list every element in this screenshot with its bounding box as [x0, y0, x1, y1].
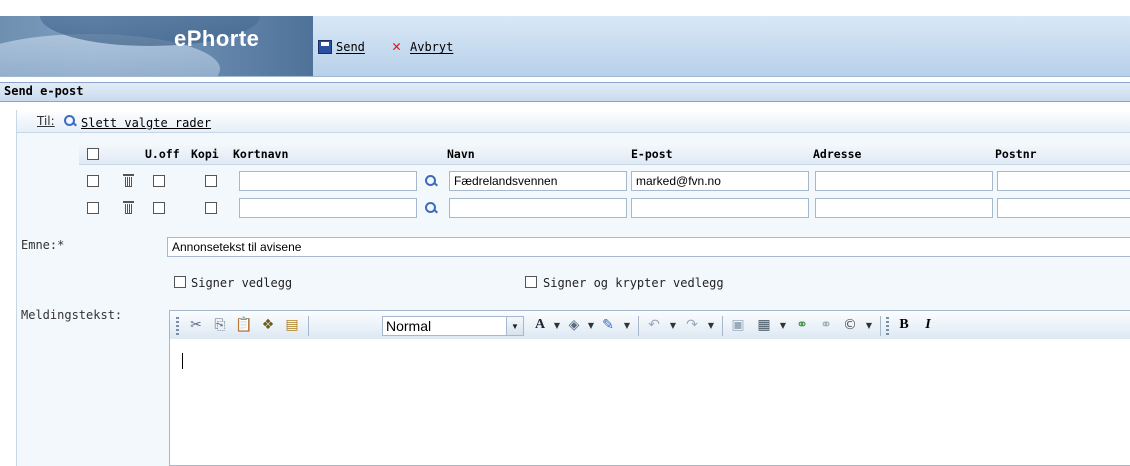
cancel-button-label: Avbryt — [410, 40, 454, 54]
column-header-postnr: Postnr — [995, 147, 1037, 161]
toolbar-separator — [638, 316, 639, 336]
navn-input[interactable] — [449, 198, 627, 218]
cancel-icon — [392, 37, 406, 55]
paste-text-icon[interactable]: ▤ — [284, 317, 300, 333]
column-header-uoff: U.off — [145, 147, 180, 161]
logo-area: ePhorte — [0, 16, 313, 76]
chevron-down-icon[interactable]: ▼ — [664, 317, 680, 333]
postnr-input[interactable] — [997, 198, 1130, 218]
epost-input[interactable] — [631, 171, 809, 191]
trash-icon[interactable] — [123, 201, 134, 214]
postnr-input[interactable] — [997, 171, 1130, 191]
kortnavn-input[interactable] — [239, 198, 417, 218]
uoff-checkbox[interactable] — [153, 175, 165, 187]
font-color-icon[interactable]: A — [532, 317, 548, 333]
chevron-down-icon[interactable]: ▼ — [548, 317, 564, 333]
section-header: Send e-post — [0, 82, 1130, 102]
cancel-button[interactable]: Avbryt — [392, 37, 454, 56]
recipients-grid-header: U.off Kopi Kortnavn Navn E-post Adresse … — [79, 144, 1130, 165]
navn-input[interactable] — [449, 171, 627, 191]
kopi-checkbox[interactable] — [205, 202, 217, 214]
delete-selected-rows-link[interactable]: Slett valgte rader — [81, 116, 211, 130]
paste-word-icon[interactable]: ❖ — [260, 317, 276, 333]
chevron-down-icon[interactable]: ▼ — [618, 317, 634, 333]
chevron-down-icon[interactable]: ▼ — [774, 317, 790, 333]
editor-toolbar: ✂ ⎘ 📋 ❖ ▤ Normal ▼ A ▼ ◈ ▼ ✎ ▼ ↶ ▼ ↷ ▼ ▣… — [169, 310, 1130, 340]
message-label: Meldingstekst: — [21, 308, 123, 322]
adresse-input[interactable] — [815, 198, 993, 218]
toolbar-grip[interactable] — [886, 317, 889, 335]
email-form: Til: Slett valgte rader U.off Kopi Kortn… — [16, 110, 1130, 466]
sign-encrypt-attachments-label: Signer og krypter vedlegg — [543, 276, 724, 290]
column-header-kopi: Kopi — [191, 147, 219, 161]
chevron-down-icon[interactable]: ▼ — [582, 317, 598, 333]
row-select-checkbox[interactable] — [87, 202, 99, 214]
search-icon[interactable] — [424, 201, 438, 215]
redo-icon[interactable]: ↷ — [684, 317, 700, 333]
column-header-adresse: Adresse — [813, 147, 862, 161]
format-select-value: Normal — [386, 318, 432, 334]
window-top-strip — [0, 0, 1130, 16]
trash-icon[interactable] — [123, 174, 134, 187]
kortnavn-input[interactable] — [239, 171, 417, 191]
subject-label: Emne:* — [21, 238, 65, 252]
recipients-toolbar: Til: Slett valgte rader — [17, 110, 1130, 133]
send-button-label: Send — [336, 40, 365, 54]
sign-encrypt-attachments-checkbox[interactable] — [525, 276, 537, 288]
format-select[interactable]: Normal ▼ — [382, 316, 524, 336]
uoff-checkbox[interactable] — [153, 202, 165, 214]
toolbar-grip[interactable] — [176, 317, 179, 335]
chevron-down-icon[interactable]: ▼ — [702, 317, 718, 333]
unlink-icon[interactable]: ⚭ — [818, 317, 834, 333]
epost-input[interactable] — [631, 198, 809, 218]
text-caret — [182, 353, 183, 369]
sign-attachments-label: Signer vedlegg — [191, 276, 293, 290]
italic-button[interactable]: I — [920, 317, 936, 333]
send-button[interactable]: Send — [318, 38, 365, 56]
copy-icon[interactable]: ⎘ — [212, 317, 228, 333]
chevron-down-icon[interactable]: ▼ — [860, 317, 876, 333]
table-icon[interactable]: ▦ — [756, 317, 772, 333]
adresse-input[interactable] — [815, 171, 993, 191]
search-icon[interactable] — [424, 174, 438, 188]
symbol-icon[interactable]: © — [842, 317, 858, 333]
paste-icon[interactable]: 📋 — [235, 317, 252, 333]
cut-icon[interactable]: ✂ — [188, 317, 204, 333]
subject-input[interactable] — [167, 237, 1130, 257]
column-header-kortnavn: Kortnavn — [233, 147, 289, 161]
column-header-navn: Navn — [447, 147, 475, 161]
message-editor[interactable] — [169, 339, 1130, 466]
section-title: Send e-post — [4, 84, 84, 98]
app-logo: ePhorte — [174, 26, 260, 51]
to-label: Til: — [37, 114, 55, 128]
kopi-checkbox[interactable] — [205, 175, 217, 187]
search-icon[interactable] — [63, 114, 77, 128]
undo-icon[interactable]: ↶ — [646, 317, 662, 333]
highlight-icon[interactable]: ◈ — [566, 317, 582, 333]
image-icon[interactable]: ▣ — [730, 317, 746, 333]
chevron-down-icon: ▼ — [506, 317, 523, 335]
row-select-checkbox[interactable] — [87, 175, 99, 187]
bold-button[interactable]: B — [896, 317, 912, 333]
app-header: ePhorte Send Avbryt — [0, 16, 1130, 77]
brush-icon[interactable]: ✎ — [600, 317, 616, 333]
toolbar-separator — [308, 316, 309, 336]
toolbar-separator — [722, 316, 723, 336]
column-header-epost: E-post — [631, 147, 673, 161]
sign-attachments-checkbox[interactable] — [174, 276, 186, 288]
link-icon[interactable]: ⚭ — [794, 317, 810, 333]
toolbar-separator — [880, 316, 881, 336]
save-icon — [318, 40, 332, 54]
select-all-checkbox[interactable] — [87, 148, 99, 160]
